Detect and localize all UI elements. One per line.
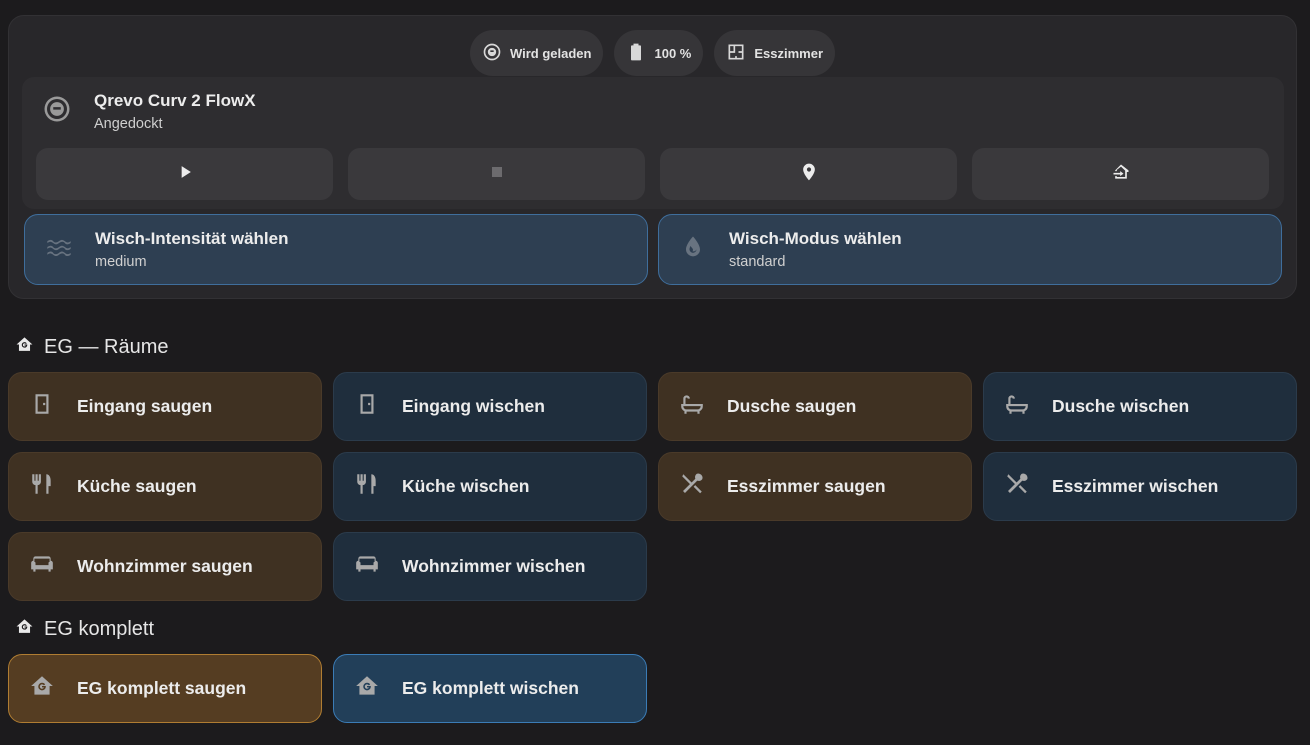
fork-knife-icon bbox=[354, 471, 380, 502]
tile-label: EG komplett saugen bbox=[77, 678, 247, 698]
vacuum-card: Wird geladen 100 % Esszimmer Qrevo Curv … bbox=[8, 15, 1297, 299]
tile-esszimmer-saugen[interactable]: Esszimmer saugen bbox=[658, 452, 972, 521]
water-drop-icon bbox=[679, 233, 707, 266]
status-chip-battery[interactable]: 100 % bbox=[614, 30, 704, 76]
return-home-icon bbox=[1111, 162, 1131, 187]
robot-vacuum-icon bbox=[482, 42, 502, 65]
home-g-icon bbox=[29, 673, 55, 704]
mop-intensity-select[interactable]: Wisch-Intensität wählen medium bbox=[24, 214, 648, 285]
stop-button[interactable] bbox=[348, 148, 645, 200]
home-g-icon bbox=[15, 335, 34, 360]
tile-label: Dusche saugen bbox=[727, 396, 857, 416]
silverware-cross-icon bbox=[679, 471, 705, 502]
status-chip-label: Wird geladen bbox=[509, 45, 592, 61]
tile-eg-komplett-saugen[interactable]: EG komplett saugen bbox=[8, 654, 322, 723]
mop-mode-select[interactable]: Wisch-Modus wählen standard bbox=[658, 214, 1282, 285]
room-tiles-grid: Eingang saugen Eingang wischen Dusche sa… bbox=[8, 372, 1297, 601]
select-label: Wisch-Modus wählen bbox=[729, 229, 902, 248]
locate-button[interactable] bbox=[660, 148, 957, 200]
vacuum-header[interactable]: Qrevo Curv 2 FlowX Angedockt bbox=[42, 91, 256, 132]
floor-plan-icon bbox=[726, 42, 746, 65]
tile-label: Eingang saugen bbox=[77, 396, 213, 416]
door-icon bbox=[354, 391, 380, 422]
tile-wohnzimmer-wischen[interactable]: Wohnzimmer wischen bbox=[333, 532, 647, 601]
status-chip-state[interactable]: Wird geladen bbox=[469, 30, 604, 76]
home-g-icon bbox=[15, 617, 34, 642]
tile-label: Eingang wischen bbox=[402, 396, 545, 416]
vacuum-entity-panel: Qrevo Curv 2 FlowX Angedockt bbox=[22, 77, 1284, 209]
tile-label: Wohnzimmer saugen bbox=[77, 556, 253, 576]
select-label: Wisch-Intensität wählen bbox=[95, 229, 289, 248]
tile-eingang-saugen[interactable]: Eingang saugen bbox=[8, 372, 322, 441]
robot-vacuum-icon bbox=[42, 94, 72, 129]
sofa-icon bbox=[354, 551, 380, 582]
locate-icon bbox=[799, 162, 819, 187]
tile-label: Küche wischen bbox=[402, 476, 530, 496]
complete-tiles-grid: EG komplett saugen EG komplett wischen bbox=[8, 654, 1297, 723]
select-value: medium bbox=[95, 254, 147, 270]
section-title: EG komplett bbox=[44, 618, 155, 640]
tile-label: Esszimmer saugen bbox=[727, 476, 886, 496]
status-chip-room[interactable]: Esszimmer bbox=[714, 30, 836, 76]
vacuum-controls bbox=[36, 148, 1269, 200]
tile-eingang-wischen[interactable]: Eingang wischen bbox=[333, 372, 647, 441]
sofa-icon bbox=[29, 551, 55, 582]
tile-wohnzimmer-saugen[interactable]: Wohnzimmer saugen bbox=[8, 532, 322, 601]
section-heading-complete: EG komplett bbox=[15, 617, 154, 642]
tile-label: Esszimmer wischen bbox=[1052, 476, 1219, 496]
fork-knife-icon bbox=[29, 471, 55, 502]
tile-eg-komplett-wischen[interactable]: EG komplett wischen bbox=[333, 654, 647, 723]
tile-label: Dusche wischen bbox=[1052, 396, 1190, 416]
bathtub-icon bbox=[1004, 391, 1030, 422]
tile-kueche-saugen[interactable]: Küche saugen bbox=[8, 452, 322, 521]
status-chip-label: Esszimmer bbox=[754, 45, 824, 61]
home-g-icon bbox=[354, 673, 380, 704]
mop-selects: Wisch-Intensität wählen medium Wisch-Mod… bbox=[24, 214, 1282, 285]
return-home-button[interactable] bbox=[972, 148, 1269, 200]
vacuum-state: Angedockt bbox=[94, 116, 163, 132]
stop-icon bbox=[487, 162, 507, 187]
section-title: EG — Räume bbox=[44, 336, 169, 358]
play-icon bbox=[175, 162, 195, 187]
tile-label: EG komplett wischen bbox=[402, 678, 579, 698]
start-button[interactable] bbox=[36, 148, 333, 200]
door-icon bbox=[29, 391, 55, 422]
vacuum-name: Qrevo Curv 2 FlowX bbox=[94, 91, 256, 110]
status-chip-label: 100 % bbox=[654, 45, 692, 61]
silverware-cross-icon bbox=[1004, 471, 1030, 502]
status-chips: Wird geladen 100 % Esszimmer bbox=[9, 30, 1296, 76]
tile-esszimmer-wischen[interactable]: Esszimmer wischen bbox=[983, 452, 1297, 521]
battery-full-icon bbox=[626, 42, 646, 65]
tile-dusche-saugen[interactable]: Dusche saugen bbox=[658, 372, 972, 441]
section-heading-rooms: EG — Räume bbox=[15, 335, 168, 360]
bathtub-icon bbox=[679, 391, 705, 422]
tile-kueche-wischen[interactable]: Küche wischen bbox=[333, 452, 647, 521]
select-value: standard bbox=[729, 254, 786, 270]
tile-label: Küche saugen bbox=[77, 476, 197, 496]
waves-icon bbox=[45, 233, 73, 266]
tile-label: Wohnzimmer wischen bbox=[402, 556, 586, 576]
tile-dusche-wischen[interactable]: Dusche wischen bbox=[983, 372, 1297, 441]
